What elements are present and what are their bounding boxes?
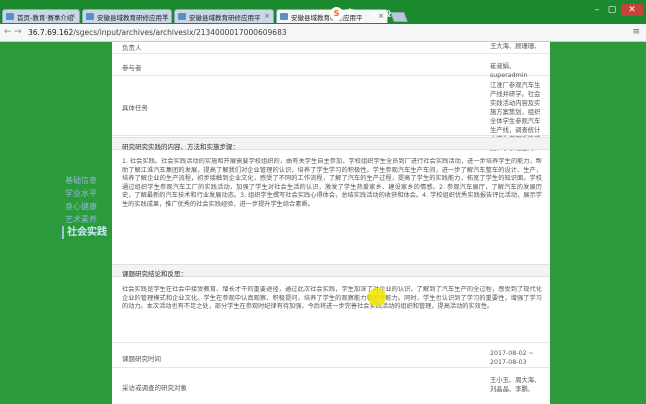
browser-tab-strip: 首页-教育·赛事介绍 × 安徽县域教育研修应用平 × 安徽县域教育研修应用平 ×… [0, 0, 646, 24]
tab-title: 首页-教育·赛事介绍 [17, 14, 74, 22]
close-icon[interactable]: × [70, 12, 76, 20]
tab-title: 安徽县域教育研修应用平 [97, 14, 169, 22]
row-label: 采访或调查的研究对象 [122, 384, 187, 392]
section-heading: 研究研究实践的内容、方法和实施步骤： [112, 137, 550, 151]
maximize-icon[interactable]: ▢ [605, 4, 619, 16]
url-host: 36.7.69.162 [28, 28, 74, 37]
sidebar-nav: 基础信息 学业水平 身心健康 艺术素养 社会实践 [62, 174, 110, 239]
close-icon[interactable]: × [264, 12, 270, 20]
browser-tab-3[interactable]: 安徽县域教育研修应用平 × [174, 9, 274, 23]
sidebar-item-health[interactable]: 身心健康 [62, 200, 110, 213]
window-close-icon[interactable]: ✕ [621, 4, 643, 16]
row-label: 课题研究时间 [122, 355, 161, 363]
sidebar-item-basic-info[interactable]: 基础信息 [62, 174, 110, 187]
sidebar-item-social-practice[interactable]: 社会实践 [62, 226, 110, 239]
browser-tab-2[interactable]: 安徽县域教育研修应用平 × [82, 9, 172, 23]
row-value: 王小玉、周大海、刘晶晶、李鹏、 [490, 377, 541, 393]
row-label: 具体任务 [122, 104, 148, 112]
section-heading: 课题研究结论和反思： [112, 264, 550, 278]
browser-menu-icon[interactable]: ≡ [632, 27, 640, 37]
record-row-task: 具体任务 江淮厂参观汽车生产线并研学。社会实践活动内容及实施方案策划，组织全体学… [112, 76, 550, 152]
close-icon[interactable]: × [162, 12, 168, 20]
sogou-extension-icon[interactable]: S [330, 7, 343, 21]
page-favicon-icon [6, 13, 14, 20]
section-body: 社会实践是学生在社会中接受教育、增长才干的重要途径，通过此次社会实践，学生加深了… [122, 286, 542, 311]
new-tab-button[interactable] [390, 12, 408, 22]
row-label: 参与者 [122, 64, 142, 72]
row-value: 2017-08-02 ~ 2017-08-03 [490, 350, 534, 366]
record-row-participants: 参与者 崔淑娟、superadmin [112, 54, 550, 79]
record-row-time: 课题研究时间 2017-08-02 ~ 2017-08-03 [112, 342, 550, 368]
extension-dot-icon[interactable]: ● [372, 10, 377, 24]
record-page: 负责人 王大海、顾珊珊、 参与者 崔淑娟、superadmin 具体任务 江淮厂… [112, 42, 550, 404]
page-favicon-icon [86, 13, 94, 20]
record-row-subjects: 采访或调查的研究对象 王小玉、周大海、刘晶晶、李鹏、 [112, 368, 550, 404]
sidebar-item-academic[interactable]: 学业水平 [62, 187, 110, 200]
settings-extension-icon[interactable]: 设 [384, 9, 391, 23]
record-row-leader: 负责人 王大海、顾珊珊、 [112, 42, 550, 54]
browser-tab-1[interactable]: 首页-教育·赛事介绍 × [2, 9, 80, 23]
forward-arrow-icon[interactable]: → [14, 27, 22, 37]
input-language-icon[interactable]: 中 [346, 7, 354, 21]
page-favicon-icon [178, 13, 186, 20]
page-favicon-icon [280, 13, 288, 20]
sidebar-item-arts[interactable]: 艺术素养 [62, 213, 110, 226]
url-path: /sgecs/input/archives/archivesix/2134000… [73, 28, 287, 37]
minimize-icon[interactable]: – [590, 4, 604, 16]
row-value: 王大海、顾珊珊、 [490, 43, 541, 50]
back-arrow-icon[interactable]: ← [4, 27, 12, 37]
address-bar: ← → 36.7.69.162/sgecs/input/archives/arc… [0, 24, 646, 42]
content-area: 基础信息 学业水平 身心健康 艺术素养 社会实践 负责人 王大海、顾珊珊、 参与… [0, 42, 646, 404]
extension-moon-icon[interactable]: ☾ [360, 10, 365, 24]
url-field[interactable]: 36.7.69.162/sgecs/input/archives/archive… [28, 27, 628, 39]
tab-title: 安徽县域教育研修应用平 [189, 14, 261, 22]
row-label: 负责人 [122, 44, 142, 52]
cursor-highlight-icon [368, 288, 386, 306]
